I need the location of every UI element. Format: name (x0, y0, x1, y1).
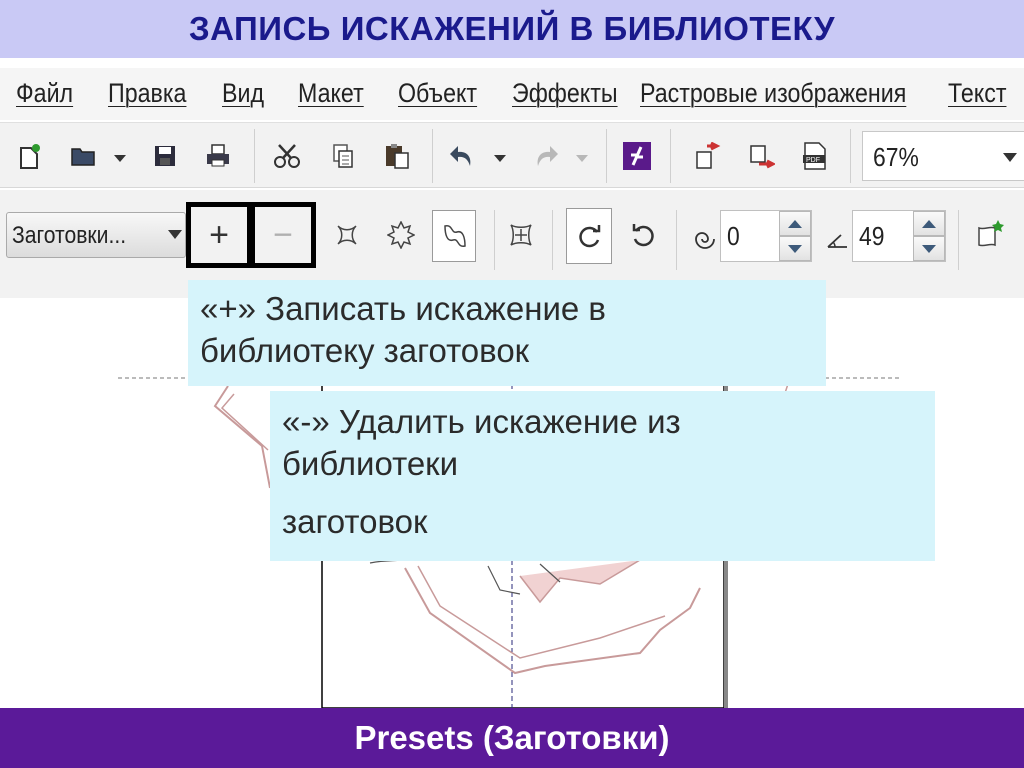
remove-preset-callout: «-» Удалить искажение из библиотеки заго… (270, 391, 935, 561)
rotate-clockwise-button[interactable] (566, 208, 612, 264)
amplitude-decrease-button[interactable] (779, 236, 811, 261)
menu-item-bitmaps[interactable]: Растровые изображения (640, 78, 906, 109)
app-window: Файл Правка Вид Макет Объект Эффекты Рас… (0, 58, 1024, 708)
toolbar-separator (494, 210, 495, 270)
amplitude-input[interactable]: 0 (720, 210, 812, 262)
svg-text:PDF: PDF (806, 157, 820, 164)
push-pull-distortion-icon[interactable] (332, 220, 362, 250)
undo-dropdown-arrow-icon[interactable] (494, 155, 506, 162)
standard-toolbar: PDF 67% (0, 122, 1024, 188)
copy-distortion-icon[interactable] (976, 218, 1006, 248)
remove-preset-button[interactable]: − (250, 202, 316, 268)
presets-dropdown[interactable]: Заготовки... (6, 212, 186, 258)
launcher-icon[interactable] (622, 141, 652, 171)
toolbar-separator (676, 210, 677, 270)
toolbar-separator (254, 129, 255, 183)
rotate-counterclockwise-icon[interactable] (628, 220, 658, 250)
angle-icon (822, 224, 852, 254)
angle-spinner (913, 211, 945, 261)
zipper-distortion-icon[interactable] (386, 220, 416, 250)
toolbar-separator (432, 129, 433, 183)
amplitude-icon (690, 224, 720, 254)
open-dropdown-arrow-icon[interactable] (114, 155, 126, 162)
toolbar-separator (670, 129, 671, 183)
zoom-level-combo[interactable]: 67% (862, 131, 1024, 181)
cut-icon[interactable] (272, 141, 302, 171)
arrow-up-icon (788, 219, 802, 228)
amplitude-increase-button[interactable] (779, 211, 811, 236)
menu-item-view[interactable]: Вид (222, 78, 264, 109)
menu-item-effects[interactable]: Эффекты (512, 78, 618, 109)
slide-title: ЗАПИСЬ ИСКАЖЕНИЙ В БИБЛИОТЕКУ (188, 10, 836, 47)
toolbar-separator (850, 129, 851, 183)
menu-item-text[interactable]: Текст (948, 78, 1006, 109)
pdf-export-icon[interactable]: PDF (800, 141, 830, 171)
paste-icon[interactable] (382, 141, 412, 171)
export-icon[interactable] (746, 141, 776, 171)
open-folder-icon[interactable] (68, 141, 98, 171)
add-preset-callout-line2: библиотеку заготовок (200, 332, 530, 369)
print-icon[interactable] (203, 141, 233, 171)
center-distortion-icon[interactable] (506, 220, 536, 250)
presets-dropdown-value: Заготовки... (12, 222, 127, 249)
angle-input-value: 49 (859, 221, 885, 251)
angle-decrease-button[interactable] (913, 236, 945, 261)
slide-title-bar: ЗАПИСЬ ИСКАЖЕНИЙ В БИБЛИОТЕКУ (0, 0, 1024, 58)
copy-icon[interactable] (328, 141, 358, 171)
redo-dropdown-arrow-icon[interactable] (576, 155, 588, 162)
new-doc-icon[interactable] (14, 141, 44, 171)
arrow-down-icon (788, 244, 802, 253)
zoom-dropdown-arrow-icon[interactable] (1003, 153, 1017, 162)
amplitude-input-value: 0 (727, 221, 740, 251)
menu-item-layout[interactable]: Макет (298, 78, 364, 109)
undo-icon[interactable] (448, 141, 478, 171)
arrow-up-icon (922, 219, 936, 228)
menu-item-object[interactable]: Объект (398, 78, 477, 109)
remove-preset-callout-line1: «-» Удалить искажение из (282, 403, 681, 440)
presets-dropdown-arrow-icon[interactable] (168, 230, 182, 239)
amplitude-spinner (779, 211, 811, 261)
slide-footer-bar: Presets (Заготовки) (0, 708, 1024, 768)
arrow-down-icon (922, 244, 936, 253)
toolbar-separator (606, 129, 607, 183)
remove-preset-callout-line2: библиотеки (282, 445, 459, 482)
rotate-clockwise-icon (575, 221, 605, 251)
twister-distortion-icon (440, 221, 470, 251)
import-icon[interactable] (692, 141, 722, 171)
toolbar-separator (958, 210, 959, 270)
remove-preset-callout-line3: заготовок (282, 503, 428, 540)
toolbar-separator (552, 210, 553, 270)
twister-distortion-button[interactable] (432, 210, 476, 262)
slide-footer-caption: Presets (Заготовки) (354, 719, 670, 756)
menu-item-file[interactable]: Файл (16, 78, 73, 109)
add-preset-callout: «+» Записать искажение в библиотеку заго… (188, 280, 826, 386)
menu-bar: Файл Правка Вид Макет Объект Эффекты Рас… (0, 68, 1024, 120)
add-preset-callout-line1: «+» Записать искажение в (200, 290, 606, 327)
redo-icon[interactable] (530, 141, 560, 171)
save-icon[interactable] (150, 141, 180, 171)
zoom-level-value: 67% (873, 142, 919, 172)
menu-item-edit[interactable]: Правка (108, 78, 186, 109)
add-preset-button[interactable]: + (186, 202, 252, 268)
angle-increase-button[interactable] (913, 211, 945, 236)
angle-input[interactable]: 49 (852, 210, 946, 262)
